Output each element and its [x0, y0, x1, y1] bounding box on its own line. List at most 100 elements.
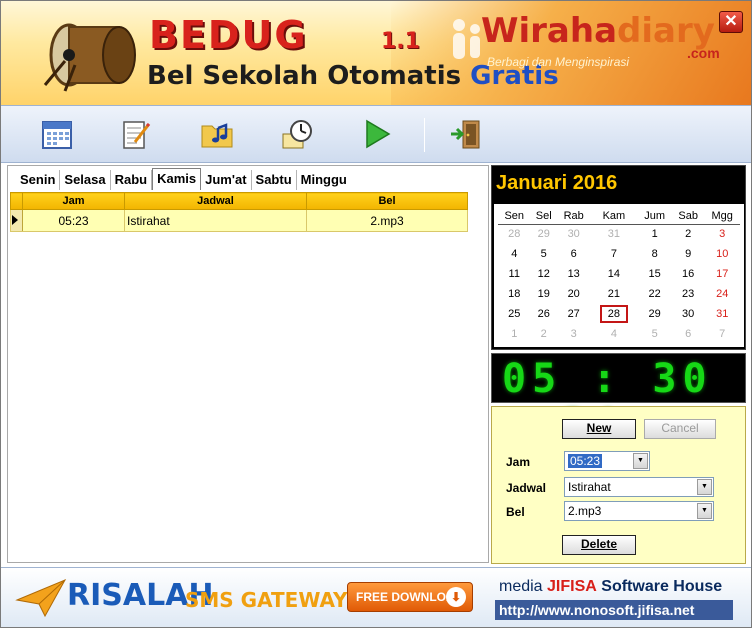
calendar-day[interactable]: 5: [531, 244, 557, 264]
calendar-day[interactable]: 17: [704, 264, 740, 284]
ad-sms-gateway-text: SMS GATEWAY: [185, 588, 348, 612]
subtitle-main: Bel Sekolah Otomatis: [147, 61, 462, 91]
calendar-day[interactable]: 16: [672, 264, 705, 284]
weekday-label: Mgg: [704, 208, 740, 225]
calendar-day[interactable]: 6: [557, 244, 591, 264]
calendar-day[interactable]: 7: [590, 244, 637, 264]
calendar-day[interactable]: 25: [498, 304, 531, 324]
cell-bel[interactable]: 2.mp3: [306, 209, 468, 232]
footer-ad[interactable]: RISALAH SMS GATEWAY FREE DOWNLOAD ⬇ medi…: [1, 567, 751, 627]
tab-rabu[interactable]: Rabu: [111, 170, 153, 190]
calendar-day[interactable]: 3: [557, 324, 591, 344]
paper-plane-icon: [15, 578, 67, 618]
app-window: BEDUG 1.1 Bel Sekolah Otomatis Gratis Wi…: [0, 0, 752, 628]
calendar-day[interactable]: 2: [672, 224, 705, 244]
tab-selasa[interactable]: Selasa: [60, 170, 111, 190]
weekday-label: Sen: [498, 208, 531, 225]
tab-jumat[interactable]: Jum'at: [201, 170, 252, 190]
calendar-day[interactable]: 2: [531, 324, 557, 344]
calendar-day[interactable]: 1: [637, 224, 672, 244]
bel-label: Bel: [506, 505, 525, 519]
jadwal-select[interactable]: Istirahat ▼: [564, 477, 714, 497]
calendar-week: 18 19 20 21 22 23 24: [498, 284, 740, 304]
calendar-day[interactable]: 22: [637, 284, 672, 304]
calendar-day[interactable]: 13: [557, 264, 591, 284]
bedug-drum-logo: [43, 23, 136, 92]
clock-settings-icon[interactable]: [279, 116, 315, 152]
notepad-icon[interactable]: [117, 116, 153, 152]
exit-door-icon[interactable]: [447, 116, 483, 152]
column-header-bel[interactable]: Bel: [306, 192, 468, 210]
ad-url-link[interactable]: http://www.nonosoft.jifisa.net: [495, 600, 733, 620]
calendar-day[interactable]: 14: [590, 264, 637, 284]
calendar-day[interactable]: 28: [498, 224, 531, 244]
jam-field[interactable]: 05:23 ▼: [564, 451, 650, 471]
schedule-table: Jam Jadwal Bel 05:23 Istirahat 2.mp3: [10, 192, 468, 232]
weekday-label: Kam: [590, 208, 638, 225]
delete-button[interactable]: Delete: [562, 535, 636, 555]
calendar-day[interactable]: 11: [498, 264, 531, 284]
tab-sabtu[interactable]: Sabtu: [252, 170, 297, 190]
tab-senin[interactable]: Senin: [16, 170, 61, 190]
column-header-jam[interactable]: Jam: [22, 192, 125, 210]
calendar-day[interactable]: 27: [557, 304, 591, 324]
calendar-icon[interactable]: [39, 116, 75, 152]
schedule-form: New Cancel Jam 05:23 ▼ Jadwal Istirahat …: [491, 406, 746, 564]
calendar-day[interactable]: 30: [557, 224, 591, 244]
bel-value: 2.mp3: [568, 504, 602, 518]
brand-part1: Wiraha: [481, 11, 618, 51]
calendar-day[interactable]: 8: [637, 244, 672, 264]
calendar-day[interactable]: 21: [590, 284, 637, 304]
calendar-day[interactable]: 6: [672, 324, 705, 344]
cancel-button[interactable]: Cancel: [644, 419, 716, 439]
calendar-day[interactable]: 4: [498, 244, 531, 264]
brand-domain: .com: [687, 45, 720, 61]
cell-jam[interactable]: 05:23: [22, 209, 125, 232]
column-header-jadwal[interactable]: Jadwal: [124, 192, 307, 210]
calendar-day[interactable]: 10: [704, 244, 740, 264]
day-tabs: Senin Selasa Rabu Kamis Jum'at Sabtu Min…: [16, 168, 351, 190]
calendar-day[interactable]: 23: [672, 284, 705, 304]
cell-jadwal[interactable]: Istirahat: [124, 209, 307, 232]
weekday-label: Sab: [671, 208, 705, 225]
tab-kamis[interactable]: Kamis: [152, 168, 202, 190]
dropdown-arrow-icon[interactable]: ▼: [697, 503, 712, 519]
calendar-day[interactable]: 4: [590, 324, 637, 344]
jam-label: Jam: [506, 455, 531, 469]
bel-select[interactable]: 2.mp3 ▼: [564, 501, 714, 521]
music-folder-icon[interactable]: [199, 116, 235, 152]
calendar-day[interactable]: 12: [531, 264, 557, 284]
brand-logo: Wirahadiary: [481, 11, 715, 51]
table-row[interactable]: 05:23 Istirahat 2.mp3: [10, 209, 468, 232]
table-header-row: Jam Jadwal Bel: [10, 192, 468, 210]
calendar-day[interactable]: 26: [531, 304, 557, 324]
new-button[interactable]: New: [562, 419, 636, 439]
calendar-day[interactable]: 1: [498, 324, 531, 344]
calendar-day[interactable]: 29: [531, 224, 557, 244]
calendar-day[interactable]: 31: [704, 304, 740, 324]
calendar-day[interactable]: 9: [672, 244, 705, 264]
row-indicator-header: [10, 192, 23, 210]
calendar-day[interactable]: 18: [498, 284, 531, 304]
calendar-day[interactable]: 24: [704, 284, 740, 304]
calendar-day[interactable]: 29: [637, 304, 672, 324]
brand-tagline: Berbagi dan Menginspirasi: [487, 55, 630, 69]
calendar-day[interactable]: 19: [531, 284, 557, 304]
dropdown-arrow-icon[interactable]: ▼: [697, 479, 712, 495]
play-icon[interactable]: [359, 116, 395, 152]
dropdown-arrow-icon[interactable]: ▼: [633, 453, 648, 469]
calendar-day[interactable]: 20: [557, 284, 591, 304]
jam-value: 05:23: [568, 454, 603, 468]
calendar-day-today[interactable]: 28: [590, 304, 637, 324]
calendar-day[interactable]: 7: [704, 324, 740, 344]
download-arrow-icon: ⬇: [446, 587, 466, 607]
tab-minggu[interactable]: Minggu: [297, 170, 351, 190]
calendar-day[interactable]: 15: [637, 264, 672, 284]
close-button[interactable]: ✕: [719, 11, 743, 33]
free-download-button[interactable]: FREE DOWNLOAD ⬇: [347, 582, 473, 612]
calendar-day[interactable]: 31: [590, 224, 637, 244]
calendar-day[interactable]: 5: [637, 324, 672, 344]
calendar-day[interactable]: 3: [704, 224, 740, 244]
calendar-week: 28 29 30 31 1 2 3: [498, 224, 740, 244]
calendar-day[interactable]: 30: [672, 304, 705, 324]
